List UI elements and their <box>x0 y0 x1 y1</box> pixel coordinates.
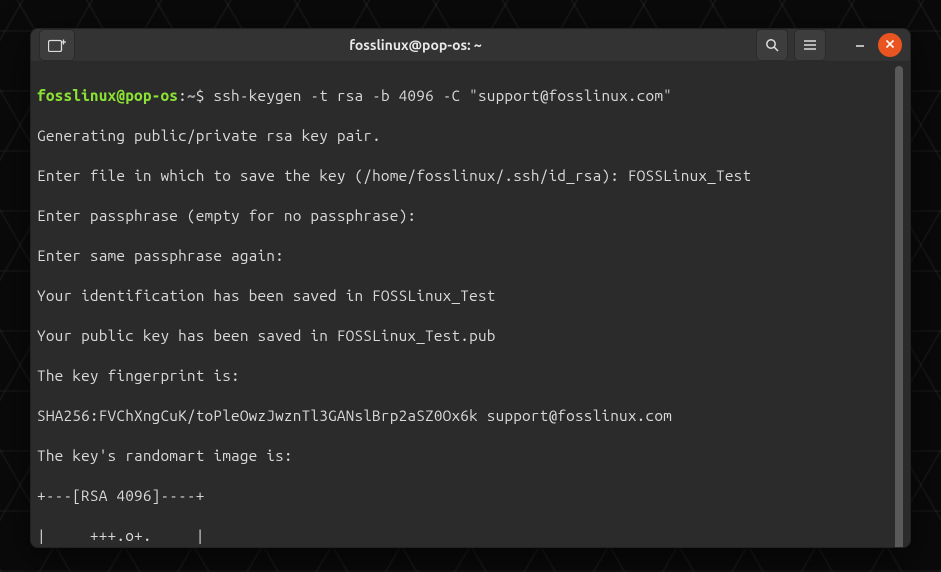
output-line: Enter passphrase (empty for no passphras… <box>37 206 892 226</box>
output-line: Generating public/private rsa key pair. <box>37 126 892 146</box>
output-line: The key's randomart image is: <box>37 446 892 466</box>
prompt-sep: : <box>178 87 187 104</box>
output-line: Enter same passphrase again: <box>37 246 892 266</box>
search-icon <box>765 38 779 52</box>
prompt-char: $ <box>196 87 205 104</box>
menu-button[interactable] <box>794 29 826 61</box>
close-button[interactable] <box>878 33 902 57</box>
window-title: fosslinux@pop-os: ~ <box>81 37 750 53</box>
output-line: Your public key has been saved in FOSSLi… <box>37 326 892 346</box>
search-button[interactable] <box>756 29 788 61</box>
new-tab-button[interactable] <box>39 29 75 61</box>
new-tab-icon <box>48 38 66 52</box>
titlebar: fosslinux@pop-os: ~ <box>31 29 910 62</box>
terminal-content[interactable]: fosslinux@pop-os:~$ ssh-keygen -t rsa -b… <box>37 66 892 548</box>
hamburger-icon <box>803 38 817 52</box>
output-line: Your identification has been saved in FO… <box>37 286 892 306</box>
minimize-icon <box>854 37 866 53</box>
terminal-window: fosslinux@pop-os: ~ fosslinux@pop-os:~$ … <box>30 28 911 548</box>
command-text: ssh-keygen -t rsa -b 4096 -C "support@fo… <box>205 87 672 104</box>
scrollbar-thumb[interactable] <box>895 66 903 548</box>
prompt-path: ~ <box>187 87 196 104</box>
output-line: SHA256:FVChXngCuK/toPleOwzJwznTl3GANslBr… <box>37 406 892 426</box>
scrollbar[interactable] <box>894 66 904 548</box>
prompt-user-host: fosslinux@pop-os <box>37 87 178 104</box>
randomart-line: | +++.o+. | <box>37 526 892 546</box>
terminal-viewport[interactable]: fosslinux@pop-os:~$ ssh-keygen -t rsa -b… <box>31 62 910 548</box>
close-icon <box>885 38 895 53</box>
randomart-line: +---[RSA 4096]----+ <box>37 486 892 506</box>
output-line: Enter file in which to save the key (/ho… <box>37 166 892 186</box>
minimize-button[interactable] <box>848 33 872 57</box>
output-line: The key fingerprint is: <box>37 366 892 386</box>
